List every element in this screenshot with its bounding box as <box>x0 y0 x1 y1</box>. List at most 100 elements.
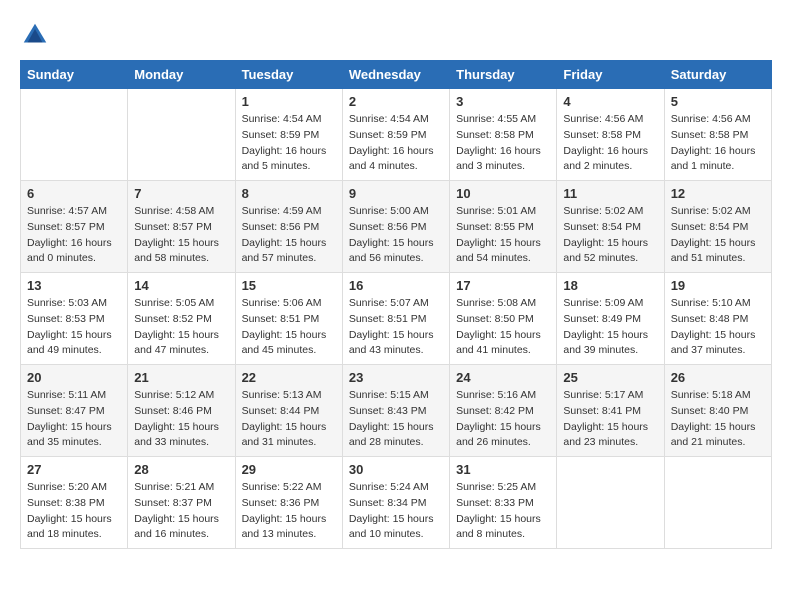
calendar-day-cell: 17 Sunrise: 5:08 AM Sunset: 8:50 PM Dayli… <box>450 273 557 365</box>
day-info: Sunrise: 5:01 AM Sunset: 8:55 PM Dayligh… <box>456 204 550 267</box>
day-info: Sunrise: 4:57 AM Sunset: 8:57 PM Dayligh… <box>27 204 121 267</box>
day-number: 13 <box>27 278 121 293</box>
calendar-day-cell: 12 Sunrise: 5:02 AM Sunset: 8:54 PM Dayli… <box>664 181 771 273</box>
calendar-day-cell: 20 Sunrise: 5:11 AM Sunset: 8:47 PM Dayli… <box>21 365 128 457</box>
day-info: Sunrise: 4:58 AM Sunset: 8:57 PM Dayligh… <box>134 204 228 267</box>
day-info: Sunrise: 5:10 AM Sunset: 8:48 PM Dayligh… <box>671 296 765 359</box>
calendar-day-cell: 15 Sunrise: 5:06 AM Sunset: 8:51 PM Dayli… <box>235 273 342 365</box>
calendar-day-cell: 28 Sunrise: 5:21 AM Sunset: 8:37 PM Dayli… <box>128 457 235 549</box>
calendar-day-cell: 18 Sunrise: 5:09 AM Sunset: 8:49 PM Dayli… <box>557 273 664 365</box>
day-number: 3 <box>456 94 550 109</box>
calendar-day-cell: 6 Sunrise: 4:57 AM Sunset: 8:57 PM Daylig… <box>21 181 128 273</box>
day-info: Sunrise: 4:54 AM Sunset: 8:59 PM Dayligh… <box>242 112 336 175</box>
day-info: Sunrise: 5:25 AM Sunset: 8:33 PM Dayligh… <box>456 480 550 543</box>
day-info: Sunrise: 5:05 AM Sunset: 8:52 PM Dayligh… <box>134 296 228 359</box>
calendar-day-cell: 8Sunrise: 4:59 AM Sunset: 8:56 PM Daylig… <box>235 181 342 273</box>
calendar-day-cell: 30Sunrise: 5:24 AM Sunset: 8:34 PM Dayli… <box>342 457 449 549</box>
day-info: Sunrise: 5:03 AM Sunset: 8:53 PM Dayligh… <box>27 296 121 359</box>
logo-icon <box>20 20 50 50</box>
calendar-day-cell: 7 Sunrise: 4:58 AM Sunset: 8:57 PM Daylig… <box>128 181 235 273</box>
day-info: Sunrise: 5:09 AM Sunset: 8:49 PM Dayligh… <box>563 296 657 359</box>
day-number: 7 <box>134 186 228 201</box>
day-info: Sunrise: 5:16 AM Sunset: 8:42 PM Dayligh… <box>456 388 550 451</box>
day-number: 2 <box>349 94 443 109</box>
calendar-day-cell: 23 Sunrise: 5:15 AM Sunset: 8:43 PM Dayli… <box>342 365 449 457</box>
calendar-day-cell: 14 Sunrise: 5:05 AM Sunset: 8:52 PM Dayli… <box>128 273 235 365</box>
calendar-day-cell: 19 Sunrise: 5:10 AM Sunset: 8:48 PM Dayli… <box>664 273 771 365</box>
day-info: Sunrise: 5:15 AM Sunset: 8:43 PM Dayligh… <box>349 388 443 451</box>
day-info: Sunrise: 4:54 AM Sunset: 8:59 PM Dayligh… <box>349 112 443 175</box>
calendar-day-cell: 2 Sunrise: 4:54 AM Sunset: 8:59 PM Daylig… <box>342 89 449 181</box>
calendar-empty-cell <box>664 457 771 549</box>
day-number: 15 <box>242 278 336 293</box>
day-number: 11 <box>563 186 657 201</box>
day-info: Sunrise: 5:06 AM Sunset: 8:51 PM Dayligh… <box>242 296 336 359</box>
day-info: Sunrise: 5:11 AM Sunset: 8:47 PM Dayligh… <box>27 388 121 451</box>
calendar-day-cell: 4 Sunrise: 4:56 AM Sunset: 8:58 PM Daylig… <box>557 89 664 181</box>
weekday-header-friday: Friday <box>557 61 664 89</box>
calendar-table: SundayMondayTuesdayWednesdayThursdayFrid… <box>20 60 772 549</box>
weekday-header-tuesday: Tuesday <box>235 61 342 89</box>
calendar-day-cell: 3Sunrise: 4:55 AM Sunset: 8:58 PM Daylig… <box>450 89 557 181</box>
calendar-day-cell: 5Sunrise: 4:56 AM Sunset: 8:58 PM Daylig… <box>664 89 771 181</box>
day-number: 6 <box>27 186 121 201</box>
day-info: Sunrise: 5:08 AM Sunset: 8:50 PM Dayligh… <box>456 296 550 359</box>
day-number: 4 <box>563 94 657 109</box>
day-number: 16 <box>349 278 443 293</box>
day-number: 12 <box>671 186 765 201</box>
day-info: Sunrise: 5:20 AM Sunset: 8:38 PM Dayligh… <box>27 480 121 543</box>
calendar-week-row: 1 Sunrise: 4:54 AM Sunset: 8:59 PM Daylig… <box>21 89 772 181</box>
weekday-header-thursday: Thursday <box>450 61 557 89</box>
day-info: Sunrise: 5:13 AM Sunset: 8:44 PM Dayligh… <box>242 388 336 451</box>
day-number: 18 <box>563 278 657 293</box>
day-number: 31 <box>456 462 550 477</box>
calendar-day-cell: 11 Sunrise: 5:02 AM Sunset: 8:54 PM Dayli… <box>557 181 664 273</box>
day-number: 30 <box>349 462 443 477</box>
day-number: 9 <box>349 186 443 201</box>
calendar-day-cell: 10 Sunrise: 5:01 AM Sunset: 8:55 PM Dayli… <box>450 181 557 273</box>
calendar-day-cell: 16 Sunrise: 5:07 AM Sunset: 8:51 PM Dayli… <box>342 273 449 365</box>
calendar-day-cell: 13 Sunrise: 5:03 AM Sunset: 8:53 PM Dayli… <box>21 273 128 365</box>
day-number: 10 <box>456 186 550 201</box>
day-number: 25 <box>563 370 657 385</box>
day-info: Sunrise: 5:18 AM Sunset: 8:40 PM Dayligh… <box>671 388 765 451</box>
day-number: 28 <box>134 462 228 477</box>
logo <box>20 20 54 50</box>
calendar-day-cell: 29 Sunrise: 5:22 AM Sunset: 8:36 PM Dayli… <box>235 457 342 549</box>
day-number: 17 <box>456 278 550 293</box>
day-number: 14 <box>134 278 228 293</box>
calendar-empty-cell <box>21 89 128 181</box>
day-number: 5 <box>671 94 765 109</box>
day-info: Sunrise: 4:56 AM Sunset: 8:58 PM Dayligh… <box>563 112 657 175</box>
weekday-header-sunday: Sunday <box>21 61 128 89</box>
day-info: Sunrise: 5:21 AM Sunset: 8:37 PM Dayligh… <box>134 480 228 543</box>
day-number: 24 <box>456 370 550 385</box>
day-number: 21 <box>134 370 228 385</box>
calendar-week-row: 27 Sunrise: 5:20 AM Sunset: 8:38 PM Dayli… <box>21 457 772 549</box>
day-number: 29 <box>242 462 336 477</box>
day-info: Sunrise: 5:02 AM Sunset: 8:54 PM Dayligh… <box>671 204 765 267</box>
day-number: 19 <box>671 278 765 293</box>
calendar-day-cell: 31 Sunrise: 5:25 AM Sunset: 8:33 PM Dayli… <box>450 457 557 549</box>
calendar-day-cell: 24 Sunrise: 5:16 AM Sunset: 8:42 PM Dayli… <box>450 365 557 457</box>
calendar-week-row: 6 Sunrise: 4:57 AM Sunset: 8:57 PM Daylig… <box>21 181 772 273</box>
calendar-empty-cell <box>557 457 664 549</box>
calendar-day-cell: 1 Sunrise: 4:54 AM Sunset: 8:59 PM Daylig… <box>235 89 342 181</box>
day-number: 1 <box>242 94 336 109</box>
calendar-day-cell: 21Sunrise: 5:12 AM Sunset: 8:46 PM Dayli… <box>128 365 235 457</box>
calendar-day-cell: 22Sunrise: 5:13 AM Sunset: 8:44 PM Dayli… <box>235 365 342 457</box>
day-number: 23 <box>349 370 443 385</box>
day-number: 27 <box>27 462 121 477</box>
weekday-header-saturday: Saturday <box>664 61 771 89</box>
page-header <box>20 20 772 50</box>
calendar-day-cell: 9Sunrise: 5:00 AM Sunset: 8:56 PM Daylig… <box>342 181 449 273</box>
day-info: Sunrise: 5:02 AM Sunset: 8:54 PM Dayligh… <box>563 204 657 267</box>
day-info: Sunrise: 5:22 AM Sunset: 8:36 PM Dayligh… <box>242 480 336 543</box>
weekday-header-monday: Monday <box>128 61 235 89</box>
day-number: 20 <box>27 370 121 385</box>
calendar-day-cell: 27 Sunrise: 5:20 AM Sunset: 8:38 PM Dayli… <box>21 457 128 549</box>
day-info: Sunrise: 5:07 AM Sunset: 8:51 PM Dayligh… <box>349 296 443 359</box>
calendar-day-cell: 25Sunrise: 5:17 AM Sunset: 8:41 PM Dayli… <box>557 365 664 457</box>
calendar-week-row: 13 Sunrise: 5:03 AM Sunset: 8:53 PM Dayli… <box>21 273 772 365</box>
day-number: 26 <box>671 370 765 385</box>
